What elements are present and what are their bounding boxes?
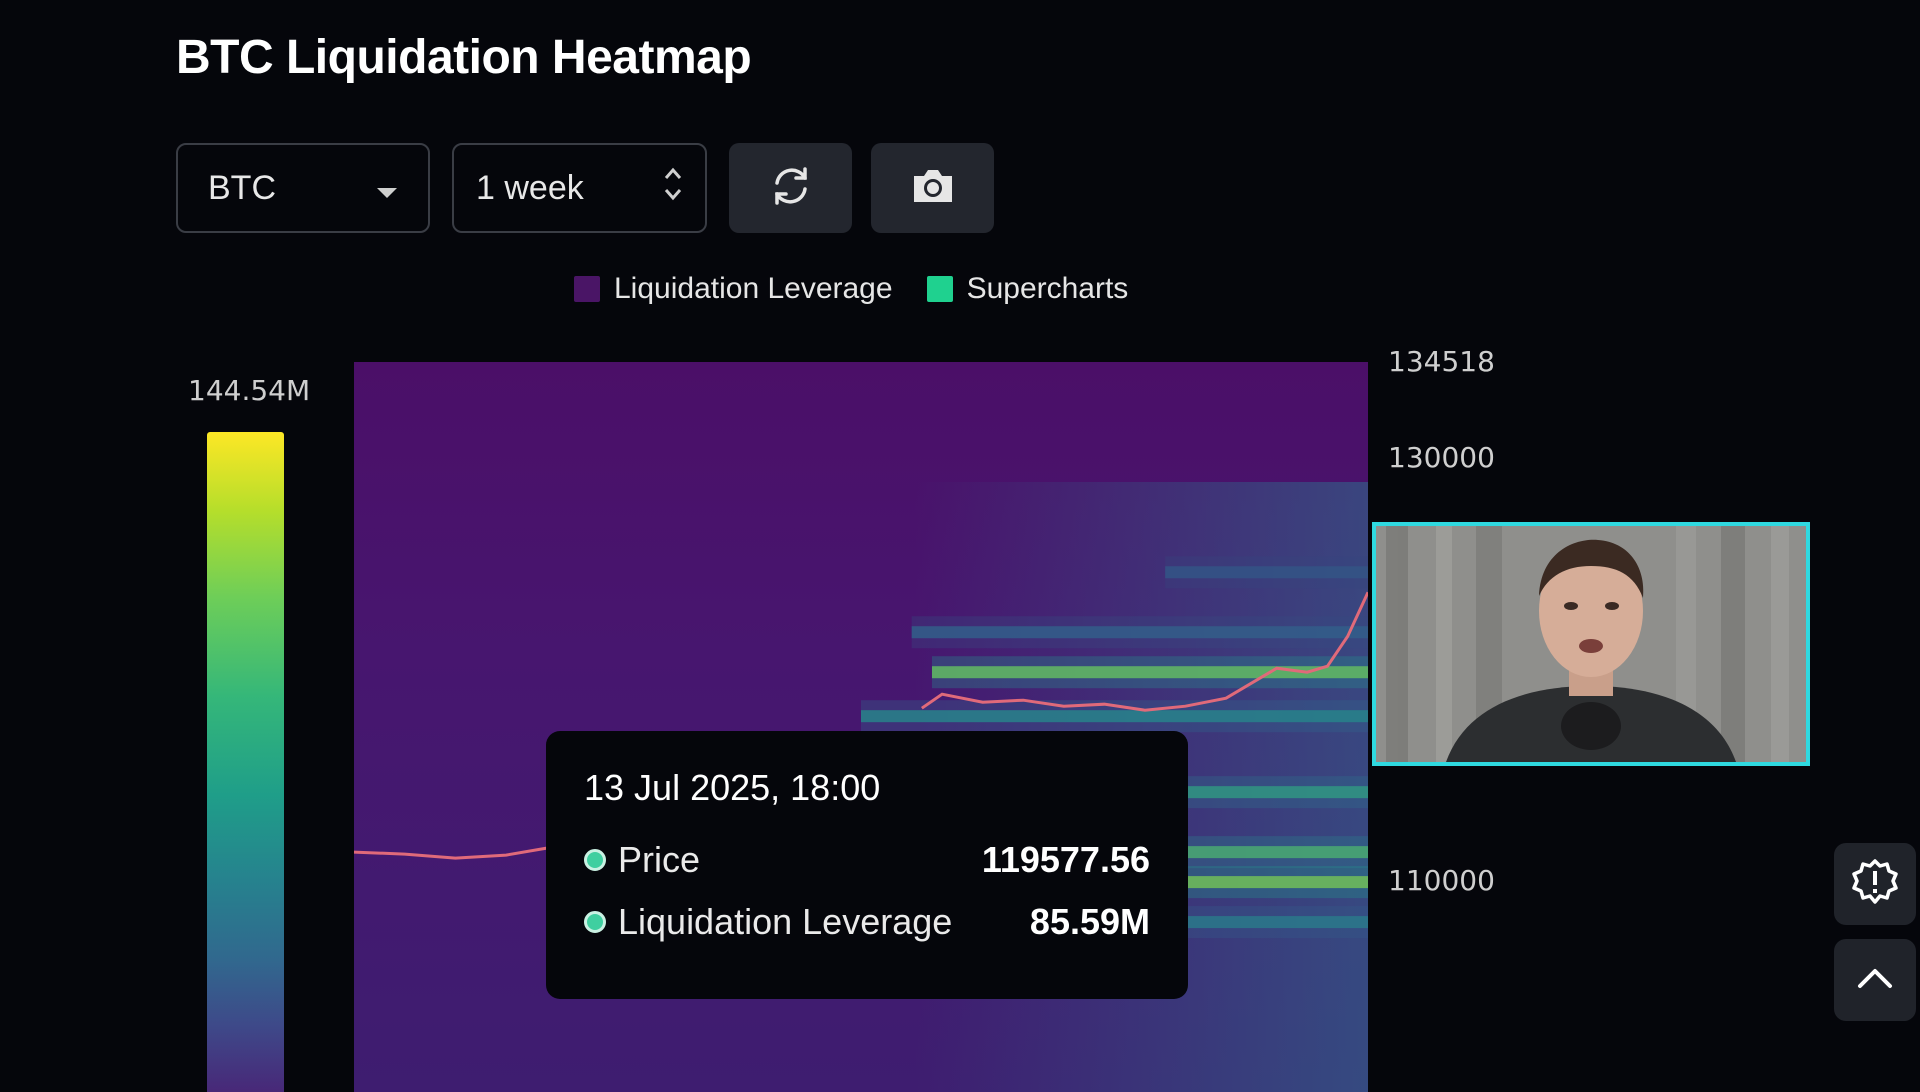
- presenter-video: [1376, 526, 1806, 762]
- scroll-top-button[interactable]: [1834, 939, 1916, 1021]
- tooltip-value: 85.59M: [1029, 901, 1150, 942]
- heatmap-band-glow: [911, 616, 1368, 649]
- camera-icon: [910, 166, 956, 211]
- series-dot-icon: [584, 911, 606, 933]
- symbol-select-value: BTC: [208, 168, 276, 207]
- range-select[interactable]: 1 week: [452, 143, 707, 233]
- legend-swatch: [926, 276, 953, 302]
- page-title: BTC Liquidation Heatmap: [176, 31, 752, 84]
- caret-down-icon: [376, 169, 398, 208]
- chart-tooltip: 13 Jul 2025, 18:00 Price 119577.56 Liqui…: [546, 731, 1188, 999]
- refresh-icon: [768, 163, 814, 214]
- tooltip-time: 13 Jul 2025, 18:00: [584, 767, 881, 808]
- legend-label: Liquidation Leverage: [614, 272, 893, 305]
- legend-item-supercharts[interactable]: Supercharts: [926, 272, 1129, 306]
- range-select-value: 1 week: [476, 168, 584, 207]
- updown-arrows-icon: [663, 164, 683, 213]
- refresh-button[interactable]: [729, 143, 852, 233]
- series-dot-icon: [584, 849, 606, 871]
- tooltip-row: Liquidation Leverage 85.59M: [584, 901, 1150, 943]
- y-tick: 110000: [1388, 864, 1495, 897]
- colorbar: [207, 432, 284, 1092]
- y-tick: 130000: [1388, 441, 1495, 474]
- alert-button[interactable]: [1834, 843, 1916, 925]
- legend-label: Supercharts: [966, 272, 1129, 305]
- tooltip-value: 119577.56: [981, 839, 1150, 880]
- tooltip-row: Price 119577.56: [584, 839, 1150, 881]
- heatmap-band-glow: [1165, 556, 1368, 589]
- tooltip-label: Price: [618, 839, 701, 880]
- legend-item-liquidation[interactable]: Liquidation Leverage: [574, 272, 893, 306]
- legend-swatch: [574, 276, 600, 302]
- symbol-select[interactable]: BTC: [176, 143, 430, 233]
- chart-legend: Liquidation Leverage Supercharts: [574, 272, 1162, 306]
- webcam-overlay: [1372, 522, 1810, 766]
- tooltip-label: Liquidation Leverage: [618, 901, 953, 942]
- screenshot-button[interactable]: [871, 143, 994, 233]
- chevron-up-icon: [1857, 967, 1893, 994]
- colorbar-max-label: 144.54M: [188, 374, 311, 407]
- y-tick: 134518: [1388, 345, 1495, 378]
- alert-badge-icon: [1851, 858, 1899, 911]
